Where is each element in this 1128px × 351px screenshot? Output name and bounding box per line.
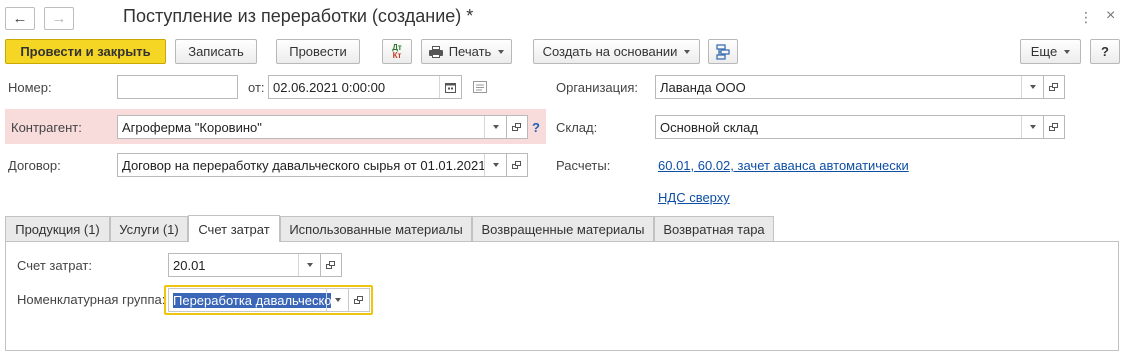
tab-returned-materials[interactable]: Возвращенные материалы [472,216,654,241]
tab-products[interactable]: Продукция (1) [5,216,110,241]
number-input[interactable] [117,75,238,99]
structure-button[interactable] [708,39,738,64]
vat-link[interactable]: НДС сверху [658,190,730,205]
chevron-down-icon [1064,49,1071,54]
forward-button[interactable]: → [44,7,74,30]
warehouse-dropdown[interactable] [1021,116,1043,138]
post-and-close-button[interactable]: Провести и закрыть [5,39,166,64]
more-label: Еще [1030,44,1058,59]
more-button[interactable]: Еще [1020,39,1081,64]
tab-returnable-packaging[interactable]: Возвратная тара [654,216,774,241]
contract-field[interactable]: Договор на переработку давальческого сыр… [117,153,507,177]
counterparty-open-button[interactable] [506,115,528,139]
warehouse-label: Склад: [556,120,598,135]
print-button[interactable]: Печать [421,39,512,64]
date-input[interactable]: 02.06.2021 0:00:00 [268,75,462,99]
contract-dropdown[interactable] [484,154,506,176]
organization-dropdown[interactable] [1021,76,1043,98]
open-icon [354,295,364,305]
chevron-down-icon [1029,85,1036,89]
chevron-down-icon [492,125,499,129]
comment-icon[interactable] [473,81,487,93]
printer-icon [428,45,443,58]
cost-account-dropdown[interactable] [298,254,320,276]
help-button[interactable]: ? [1090,39,1120,64]
tab-services[interactable]: Услуги (1) [110,216,188,241]
contract-open-button[interactable] [506,153,528,177]
tab-cost-account[interactable]: Счет затрат [188,215,280,242]
arrow-left-icon: ← [12,10,28,27]
warehouse-field[interactable]: Основной склад [655,115,1044,139]
counterparty-help-icon[interactable]: ? [532,120,540,135]
nomenclature-group-open-button[interactable] [348,288,370,312]
back-button[interactable]: ← [5,7,35,30]
date-from-label: от: [248,80,265,95]
nomenclature-group-dropdown[interactable] [326,289,348,311]
organization-label: Организация: [556,80,639,95]
hierarchy-icon [716,43,730,60]
post-button[interactable]: Провести [276,39,360,64]
open-icon [1049,82,1059,92]
counterparty-dropdown[interactable] [484,116,506,138]
nomenclature-group-field[interactable]: Переработка давальческо [168,288,349,312]
dt-kt-icon: Дт Кт [392,42,402,60]
open-icon [512,122,522,132]
calendar-icon [445,82,456,93]
cost-account-label: Счет затрат: [17,258,92,273]
number-label: Номер: [8,80,52,95]
organization-field[interactable]: Лаванда ООО [655,75,1044,99]
settlements-link[interactable]: 60.01, 60.02, зачет аванса автоматически [658,158,909,173]
counterparty-label: Контрагент: [11,120,82,135]
dt-kt-button[interactable]: Дт Кт [382,39,412,64]
close-icon[interactable]: × [1106,7,1115,25]
organization-open-button[interactable] [1043,75,1065,99]
open-icon [326,260,336,270]
chevron-down-icon [492,163,499,167]
create-based-on-label: Создать на основании [542,44,678,59]
arrow-right-icon: → [51,10,67,27]
cost-account-open-button[interactable] [320,253,342,277]
print-label: Печать [448,44,492,59]
more-vertical-icon[interactable]: ⋮ [1079,9,1093,26]
calendar-button[interactable] [439,76,461,98]
warehouse-open-button[interactable] [1043,115,1065,139]
chevron-down-icon [334,298,341,302]
chevron-down-icon [306,263,313,267]
cost-account-field[interactable]: 20.01 [168,253,321,277]
page-title: Поступление из переработки (создание) * [123,6,474,26]
chevron-down-icon [684,49,691,54]
open-icon [1049,122,1059,132]
contract-label: Договор: [8,158,61,173]
nomenclature-group-label: Номенклатурная группа: [17,292,166,307]
chevron-down-icon [498,49,505,54]
chevron-down-icon [1029,125,1036,129]
open-icon [512,160,522,170]
save-button[interactable]: Записать [175,39,257,64]
tab-used-materials[interactable]: Использованные материалы [280,216,472,241]
create-based-on-button[interactable]: Создать на основании [533,39,700,64]
settlements-label: Расчеты: [556,158,611,173]
counterparty-field[interactable]: Агроферма "Коровино" [117,115,507,139]
